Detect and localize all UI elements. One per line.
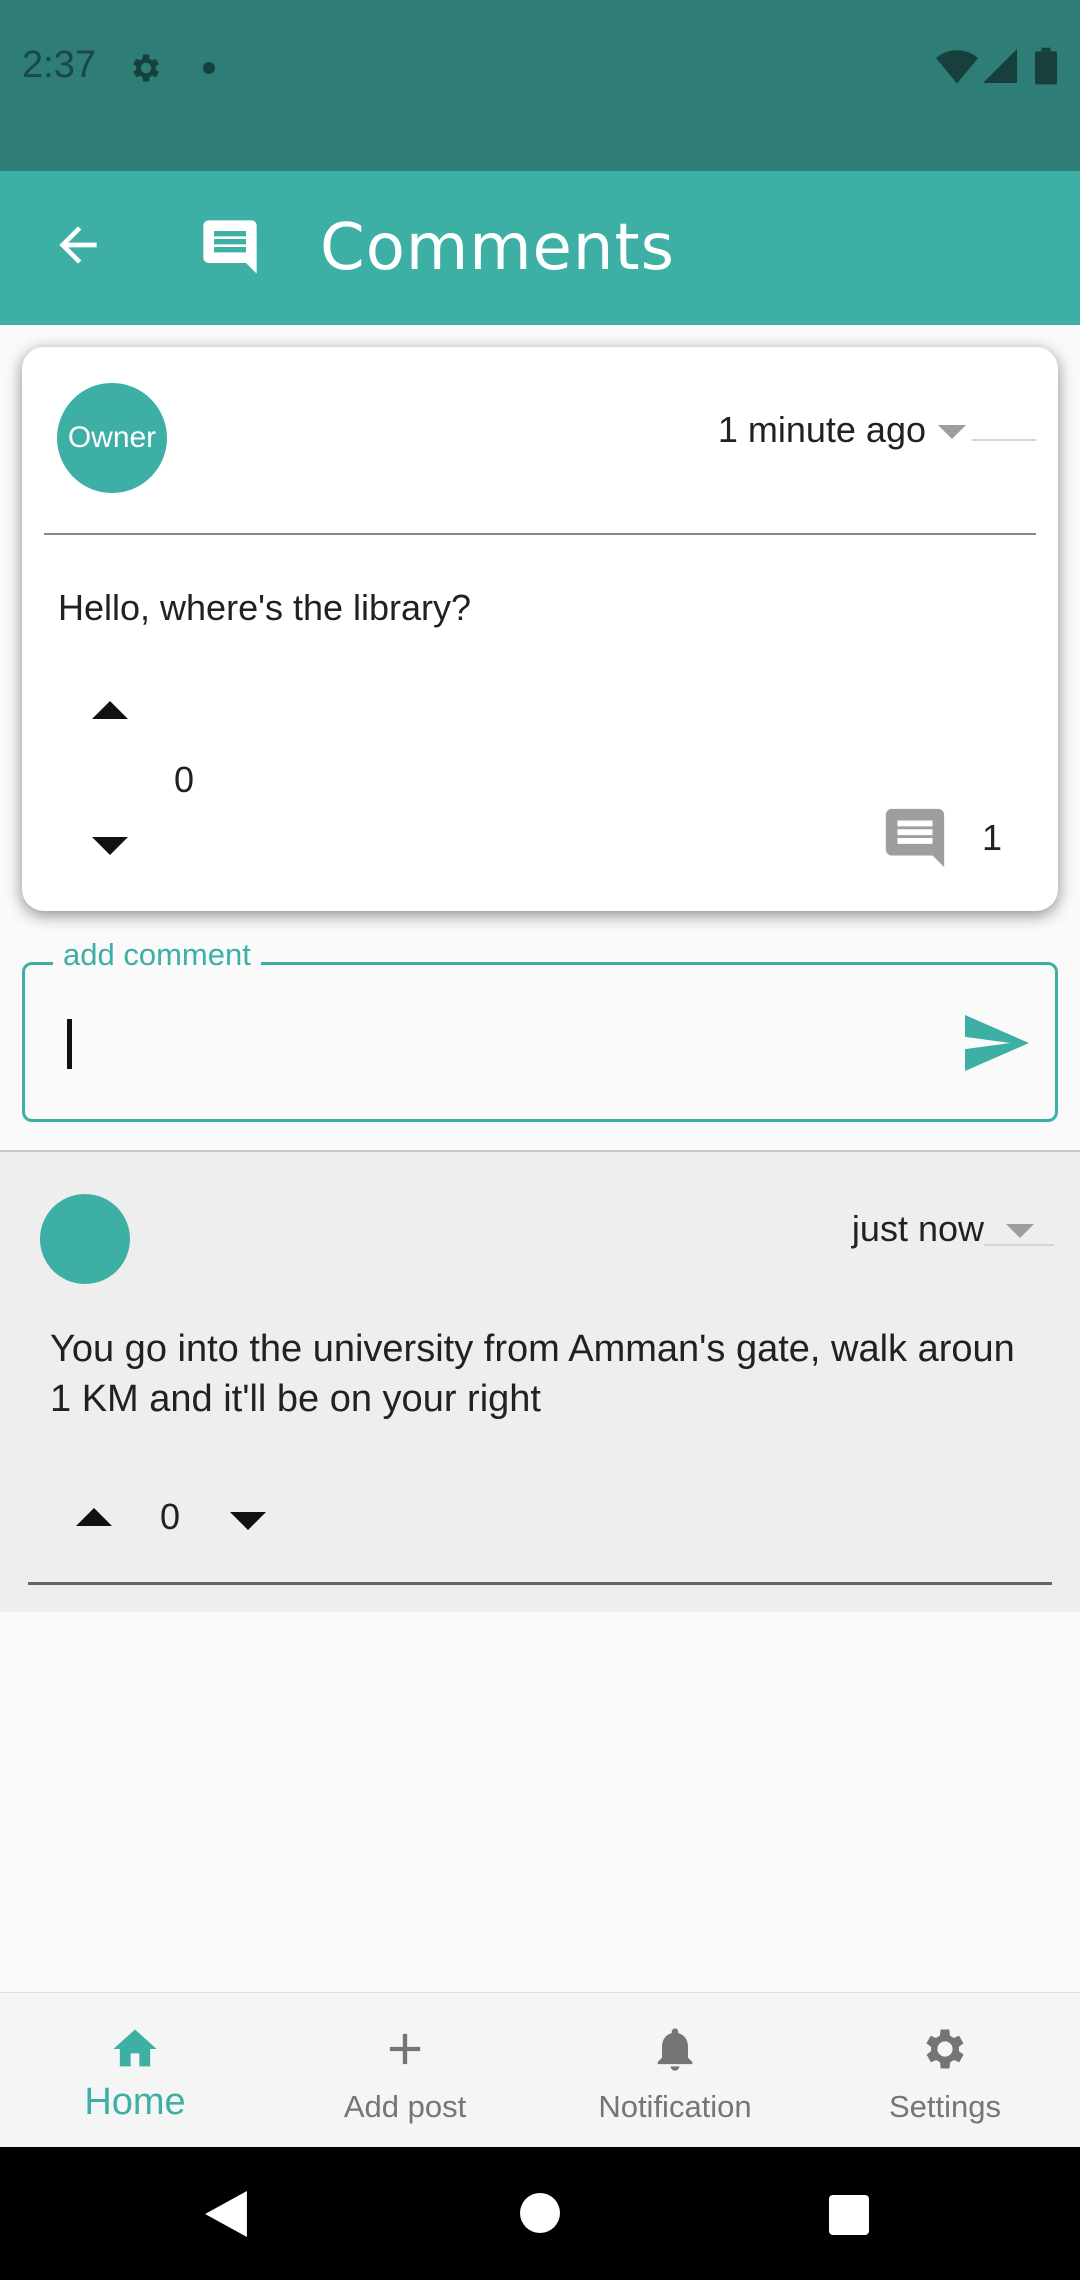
- status-time: 2:37: [22, 44, 96, 86]
- downvote-icon[interactable]: [230, 1512, 266, 1530]
- dropdown-underline: [972, 439, 1036, 441]
- vote-count: 0: [160, 1496, 181, 1537]
- system-nav-bar: [0, 2147, 1080, 2280]
- avatar: [40, 1194, 130, 1284]
- add-comment-label: add comment: [53, 937, 261, 973]
- battery-icon: [1035, 47, 1057, 85]
- post-text: Hello, where's the library?: [58, 587, 472, 628]
- reply-time-dropdown[interactable]: just now: [800, 1208, 1054, 1260]
- owner-avatar: Owner: [57, 383, 167, 493]
- nav-notification[interactable]: Notification: [540, 1993, 810, 2148]
- reply-item: just now You go into the university from…: [0, 1150, 1080, 1612]
- comment-count: 1: [982, 817, 1003, 858]
- reply-timestamp: just now: [851, 1208, 984, 1249]
- app-bar: Comments: [0, 171, 1080, 325]
- nav-settings[interactable]: Settings: [810, 1993, 1080, 2148]
- comments-count-icon[interactable]: [880, 803, 950, 873]
- upvote-icon[interactable]: [92, 701, 128, 719]
- divider: [44, 533, 1036, 535]
- settings-status-icon: [133, 54, 159, 82]
- nav-label: Add post: [343, 2089, 467, 2124]
- bottom-nav: Home Add post Notification Settings: [0, 1992, 1080, 2147]
- comment-icon: [203, 220, 257, 274]
- nav-add-post[interactable]: Add post: [270, 1993, 540, 2148]
- dropdown-arrow-icon: [1006, 1224, 1034, 1238]
- status-bar: 2:37: [0, 0, 1080, 171]
- dropdown-arrow-icon: [938, 425, 966, 439]
- nav-label: Settings: [888, 2089, 1001, 2124]
- send-icon[interactable]: [965, 1015, 1029, 1071]
- back-arrow-icon[interactable]: [50, 217, 106, 273]
- nav-label: Home: [84, 2081, 186, 2123]
- nav-home[interactable]: Home: [0, 1993, 270, 2148]
- signal-icon: [983, 49, 1017, 83]
- system-home-icon[interactable]: [520, 2193, 560, 2233]
- system-back-icon[interactable]: [204, 2191, 248, 2237]
- downvote-icon[interactable]: [92, 837, 128, 855]
- divider: [28, 1582, 1052, 1585]
- system-recents-icon[interactable]: [829, 2195, 869, 2235]
- post-card: Owner 1 minute ago Hello, where's the li…: [22, 347, 1058, 911]
- wifi-icon: [936, 50, 978, 84]
- post-timestamp: 1 minute ago: [717, 409, 926, 450]
- post-time-dropdown[interactable]: 1 minute ago: [622, 409, 988, 461]
- add-comment-field[interactable]: add comment: [22, 937, 1058, 1122]
- dropdown-underline: [984, 1244, 1054, 1246]
- home-icon: [113, 2029, 157, 2067]
- reply-text: You go into the university from Amman's …: [50, 1328, 1015, 1420]
- gear-icon: [926, 2029, 964, 2069]
- upvote-icon[interactable]: [76, 1508, 112, 1526]
- notification-dot-icon: [203, 62, 215, 74]
- nav-label: Notification: [598, 2089, 752, 2124]
- bell-icon: [657, 2028, 693, 2071]
- text-cursor: [67, 1019, 72, 1069]
- plus-icon: [389, 2033, 421, 2065]
- page-title: Comments: [320, 211, 675, 285]
- vote-count: 0: [174, 759, 195, 800]
